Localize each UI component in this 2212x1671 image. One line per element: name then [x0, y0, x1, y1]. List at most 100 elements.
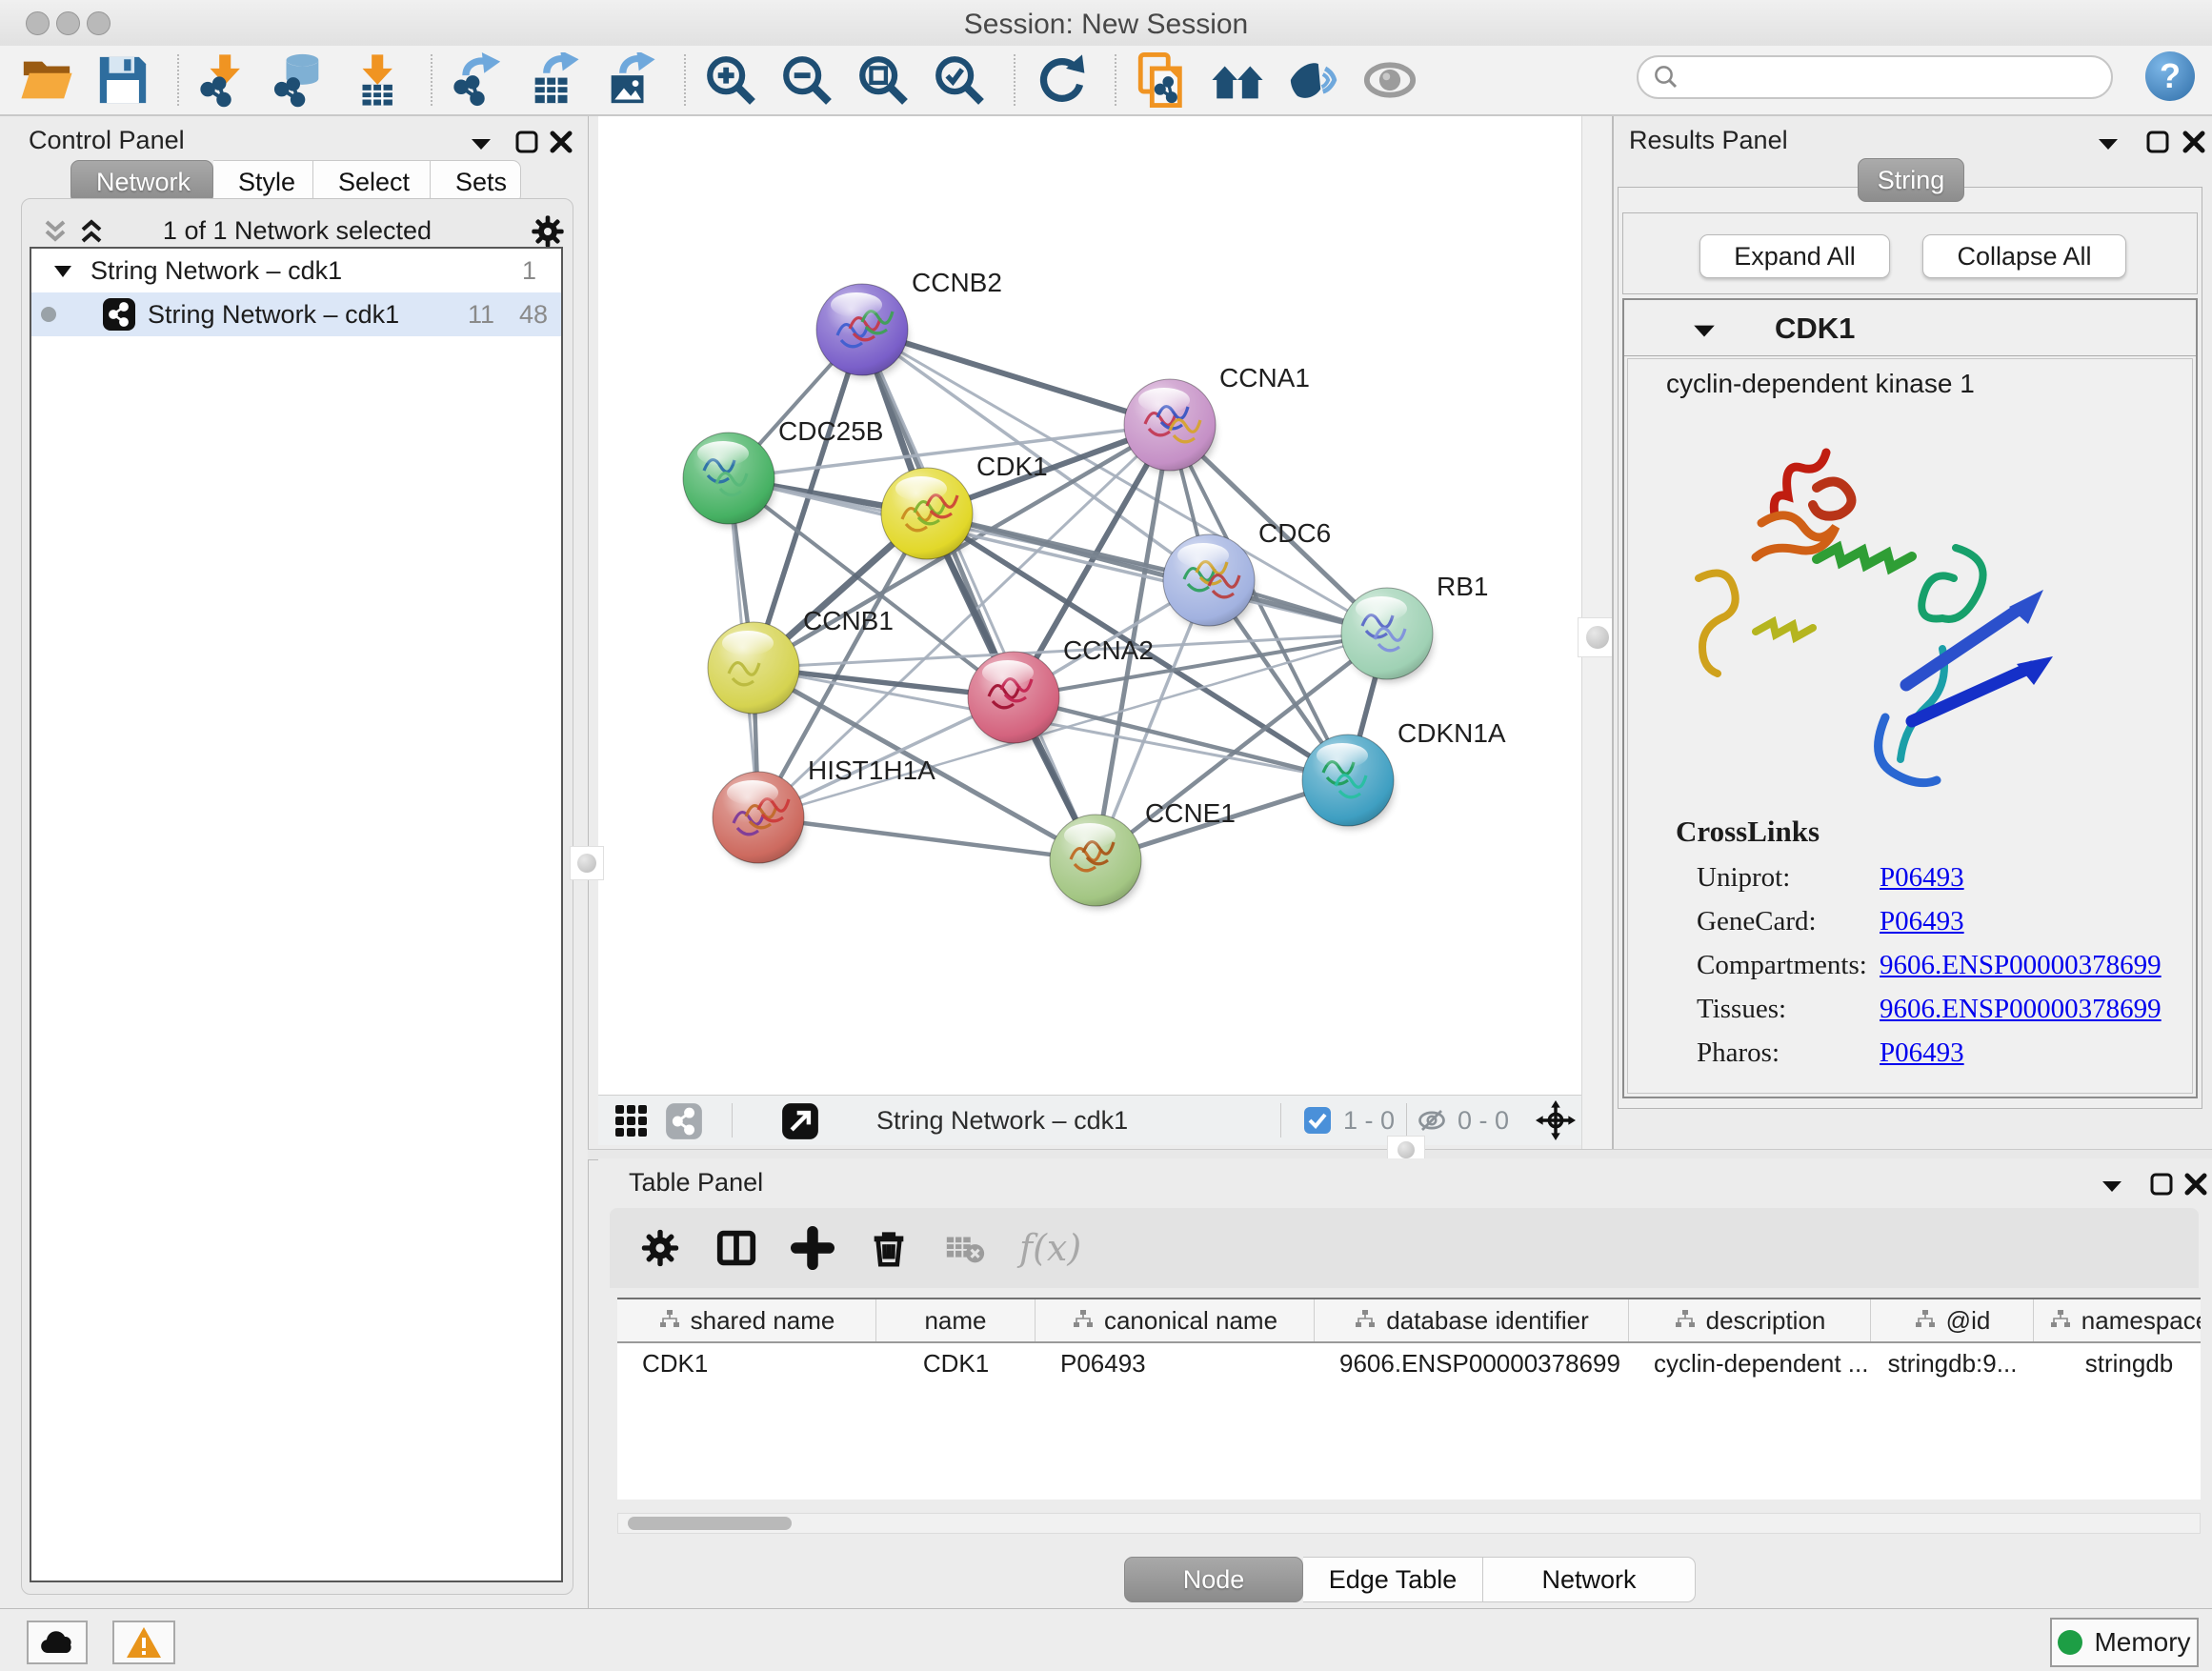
network-node-hist1h1a[interactable] — [713, 772, 804, 866]
add-column-icon[interactable] — [791, 1226, 835, 1270]
column-header[interactable]: canonical name — [1036, 1299, 1315, 1341]
copy-network-icon[interactable] — [1134, 52, 1189, 108]
network-node-cdc6[interactable] — [1163, 534, 1255, 629]
tab-node-table[interactable]: Node Table — [1124, 1557, 1303, 1602]
control-panel-close-icon[interactable] — [549, 130, 573, 154]
export-image-icon[interactable] — [602, 52, 657, 108]
results-panel-float-icon[interactable] — [2145, 130, 2170, 154]
node-label-ccna1: CCNA1 — [1219, 363, 1310, 393]
hide-unhide-icon[interactable] — [1286, 52, 1341, 108]
network-selection-status: 1 of 1 Network selected — [22, 216, 573, 246]
open-session-icon[interactable] — [19, 52, 74, 108]
table-settings-gear-icon[interactable] — [638, 1226, 682, 1270]
birdseye-grid-icon[interactable] — [613, 1103, 650, 1139]
table-panel-menu-icon[interactable] — [2100, 1178, 2124, 1195]
collection-expander-icon[interactable] — [52, 264, 73, 279]
network-options-gear-icon[interactable] — [529, 212, 567, 251]
string-home-icon[interactable] — [1210, 52, 1265, 108]
crosslink-link[interactable]: P06493 — [1880, 1037, 1964, 1076]
crosslink-link[interactable]: P06493 — [1880, 906, 1964, 944]
zoom-in-icon[interactable] — [703, 52, 758, 108]
network-node-ccnb1[interactable] — [708, 622, 799, 716]
apply-layout-icon[interactable] — [1033, 52, 1088, 108]
network-node-ccne1[interactable] — [1050, 815, 1141, 909]
crosslink-row: GeneCard: — [1697, 906, 1817, 944]
toolbar-separator — [1014, 54, 1016, 106]
network-node-ccna1[interactable] — [1124, 379, 1216, 473]
node-label-cdkn1a: CDKN1A — [1398, 718, 1506, 748]
move-crosshair-icon[interactable] — [1536, 1100, 1576, 1140]
expand-all-button[interactable]: Expand All — [1699, 234, 1890, 278]
network-tree: String Network – cdk1 1 String Network –… — [30, 247, 563, 1582]
import-network-file-icon[interactable] — [196, 52, 251, 108]
control-panel: Control Panel Network Style Select Sets … — [0, 116, 589, 1608]
column-header[interactable]: name — [876, 1299, 1036, 1341]
control-panel-menu-icon[interactable] — [469, 135, 493, 152]
crosslink-link[interactable]: 9606.ENSP00000378699 — [1880, 994, 2162, 1032]
table-panel-close-icon[interactable] — [2183, 1172, 2208, 1197]
selected-nodes-checkbox[interactable] — [1303, 1106, 1332, 1135]
network-badge-icon[interactable] — [665, 1102, 703, 1140]
tab-network-table[interactable]: Network Table — [1483, 1557, 1696, 1602]
toolbar-separator — [431, 54, 432, 106]
zoom-selected-icon[interactable] — [932, 52, 987, 108]
export-network-icon[interactable] — [450, 52, 505, 108]
network-collection-row[interactable]: String Network – cdk1 1 — [31, 249, 561, 292]
network-canvas[interactable]: CCNB2CCNA1CDC25BCDK1CDC6RB1CCNB1CCNA2CDK… — [598, 116, 1581, 1145]
show-columns-icon[interactable] — [714, 1226, 758, 1270]
search-input[interactable] — [1680, 62, 2084, 93]
results-panel-close-icon[interactable] — [2182, 130, 2206, 154]
gene-entry-header[interactable]: CDK1 — [1624, 300, 2196, 356]
delete-column-icon[interactable] — [867, 1226, 911, 1270]
collapse-all-button[interactable]: Collapse All — [1922, 234, 2126, 278]
import-table-file-icon[interactable] — [349, 52, 404, 108]
import-network-database-icon[interactable] — [272, 52, 328, 108]
column-header[interactable]: @id — [1871, 1299, 2034, 1341]
open-view-icon[interactable] — [781, 1102, 819, 1140]
network-node-cdkn1a[interactable] — [1302, 735, 1394, 829]
tab-string[interactable]: String — [1858, 158, 1964, 202]
control-panel-float-icon[interactable] — [514, 130, 539, 154]
save-session-icon[interactable] — [95, 52, 151, 108]
network-node-ccna2[interactable] — [968, 652, 1059, 746]
memory-button[interactable]: Memory — [2050, 1618, 2199, 1667]
main-toolbar: ? — [0, 46, 2212, 116]
network-node-cdc25b[interactable] — [683, 433, 774, 527]
hidden-eye-icon[interactable] — [1416, 1106, 1448, 1135]
tab-edge-table[interactable]: Edge Table — [1303, 1557, 1483, 1602]
gene-expander-icon[interactable] — [1691, 321, 1718, 340]
warning-icon — [126, 1626, 162, 1659]
scrollbar-thumb[interactable] — [628, 1517, 792, 1530]
network-node-rb1[interactable] — [1341, 588, 1433, 682]
export-table-icon[interactable] — [526, 52, 581, 108]
column-header[interactable]: namespace — [2034, 1299, 2201, 1341]
network-edge[interactable] — [758, 817, 1096, 860]
column-header[interactable]: shared name — [617, 1299, 876, 1341]
results-panel-menu-icon[interactable] — [2096, 135, 2121, 152]
table-row[interactable]: CDK1 CDK1 P06493 9606.ENSP00000378699 cy… — [617, 1343, 2201, 1383]
gene-description: cyclin-dependent kinase 1 — [1666, 369, 1975, 399]
cloud-status-button[interactable] — [27, 1621, 88, 1664]
table-toolbar: f(x) — [610, 1208, 2199, 1288]
node-table[interactable]: shared name name canonical name database… — [617, 1298, 2201, 1500]
inactive-eye-icon[interactable] — [1362, 52, 1418, 108]
zoom-fit-icon[interactable] — [855, 52, 911, 108]
column-header[interactable]: description — [1629, 1299, 1871, 1341]
column-header[interactable]: database identifier — [1315, 1299, 1629, 1341]
left-splitter-handle[interactable] — [570, 846, 604, 880]
cell-database-identifier: 9606.ENSP00000378699 — [1315, 1343, 1629, 1383]
crosslink-link[interactable]: P06493 — [1880, 862, 1964, 900]
splitter-knob — [1398, 1141, 1415, 1158]
search-icon — [1652, 63, 1680, 91]
protein-structure-image — [1674, 435, 2074, 807]
network-row[interactable]: String Network – cdk1 11 48 — [31, 292, 561, 336]
warning-status-button[interactable] — [112, 1621, 175, 1664]
help-button[interactable]: ? — [2145, 51, 2195, 101]
network-edge[interactable] — [862, 330, 1170, 425]
network-node-cdk1[interactable] — [881, 468, 973, 562]
zoom-out-icon[interactable] — [779, 52, 835, 108]
table-horizontal-scrollbar[interactable] — [617, 1513, 2201, 1534]
table-panel-float-icon[interactable] — [2149, 1172, 2174, 1197]
crosslink-link[interactable]: 9606.ENSP00000378699 — [1880, 950, 2162, 988]
node-label-ccnb2: CCNB2 — [912, 268, 1002, 297]
